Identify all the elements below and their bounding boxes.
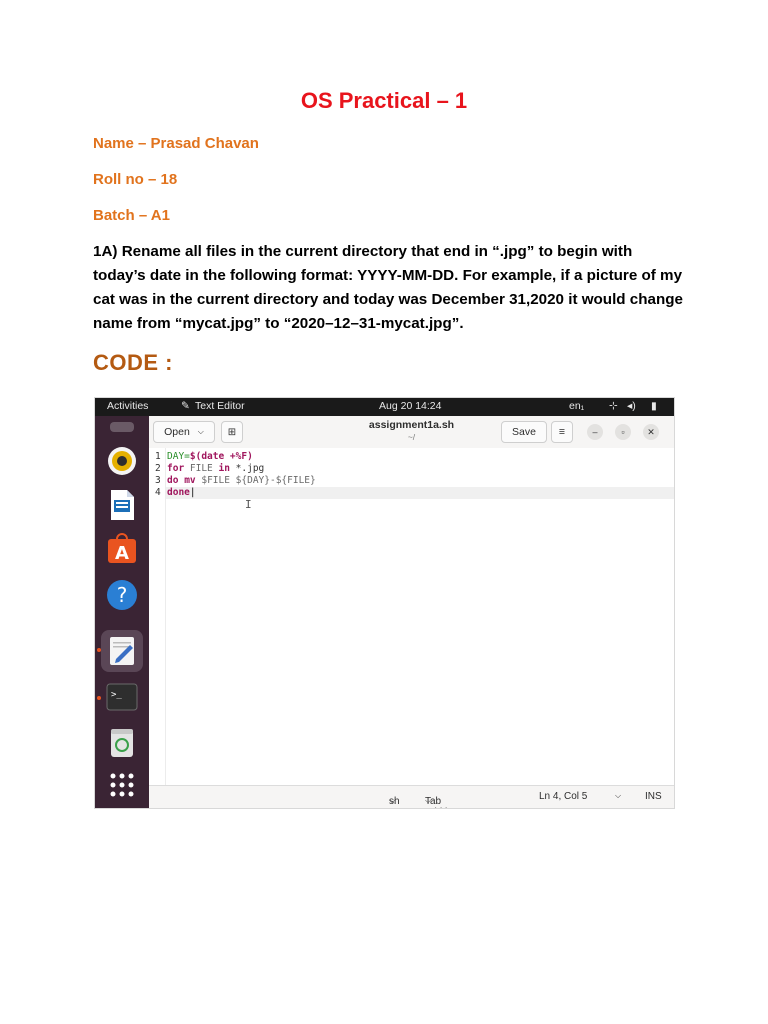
current-line-highlight <box>166 487 674 499</box>
battery-icon[interactable]: ▮ <box>651 400 657 412</box>
code-heading: CODE : <box>93 350 173 375</box>
batch: Batch – A1 <box>93 207 170 224</box>
volume-icon[interactable]: ◂) <box>627 400 636 412</box>
dock-partial-icon[interactable] <box>105 420 139 436</box>
writer-icon[interactable] <box>105 488 139 522</box>
maximize-icon: ▫ <box>621 427 625 437</box>
hamburger-icon: ≡ <box>558 426 566 438</box>
network-icon[interactable]: ⊹ <box>609 400 618 412</box>
chevron-down-icon: ⌵ <box>425 796 432 805</box>
editor-headerbar: Open ⌵ ⊞ assignment1a.sh ~/ Save ≡ – ▫ ✕ <box>149 416 674 449</box>
save-button[interactable]: Save <box>501 421 547 443</box>
save-label: Save <box>512 426 536 438</box>
student-name: Name – Prasad Chavan <box>93 135 259 152</box>
rhythmbox-icon[interactable] <box>105 444 139 478</box>
svg-text:>_: >_ <box>111 690 122 700</box>
editor-screenshot: Activities ✎ Text Editor Aug 20 14:24 en… <box>94 397 675 809</box>
chevron-down-icon[interactable]: ⌵ <box>615 791 621 801</box>
terminal-icon[interactable]: >_ <box>105 680 139 714</box>
cursor-position[interactable]: Ln 4, Col 5 <box>539 791 587 802</box>
maximize-button[interactable]: ▫ <box>615 424 631 440</box>
dock: A ? >_ <box>95 416 149 808</box>
help-icon[interactable]: ? <box>105 578 139 612</box>
minimize-button[interactable]: – <box>587 424 603 440</box>
code-line[interactable]: 2 for FILE in *.jpg <box>155 463 264 475</box>
svg-text:A: A <box>115 543 129 564</box>
show-apps-icon[interactable] <box>105 768 139 802</box>
chevron-down-icon: ⌵ <box>389 796 396 805</box>
statusbar: sh ⌵ Tab Width: 8 ⌵ Ln 4, Col 5 ⌵ INS <box>149 785 674 808</box>
system-topbar: Activities ✎ Text Editor Aug 20 14:24 en… <box>95 398 674 416</box>
code-line[interactable]: 3 do mv $FILE ${DAY}-${FILE} <box>155 475 316 487</box>
software-store-icon[interactable]: A <box>105 532 139 566</box>
app-name: Text Editor <box>195 400 245 412</box>
running-indicator <box>97 696 101 700</box>
code-editor[interactable]: 1 DAY=$(date +%F) 2 for FILE in *.jpg 3 do … <box>149 448 674 786</box>
code-line[interactable]: 4 done| <box>155 487 196 499</box>
page-title: OS Practical – 1 <box>300 88 468 113</box>
pencil-icon: ✎ <box>181 400 190 412</box>
clock[interactable]: Aug 20 14:24 <box>379 400 441 412</box>
activities-button[interactable]: Activities <box>107 400 148 412</box>
insert-mode[interactable]: INS <box>645 791 662 802</box>
code-line[interactable]: 1 DAY=$(date +%F) <box>155 451 253 463</box>
close-button[interactable]: ✕ <box>643 424 659 440</box>
svg-text:?: ? <box>117 583 128 607</box>
text-editor-icon[interactable] <box>101 630 143 672</box>
minimize-icon: – <box>592 427 598 437</box>
input-method[interactable]: en₁ <box>569 400 584 412</box>
menu-button[interactable]: ≡ <box>551 421 573 443</box>
question-text: 1A) Rename all files in the current dire… <box>93 243 683 332</box>
text-cursor-icon: I <box>245 498 252 511</box>
close-icon: ✕ <box>647 426 655 437</box>
roll-number: Roll no – 18 <box>93 171 178 188</box>
trash-icon[interactable] <box>105 726 139 760</box>
